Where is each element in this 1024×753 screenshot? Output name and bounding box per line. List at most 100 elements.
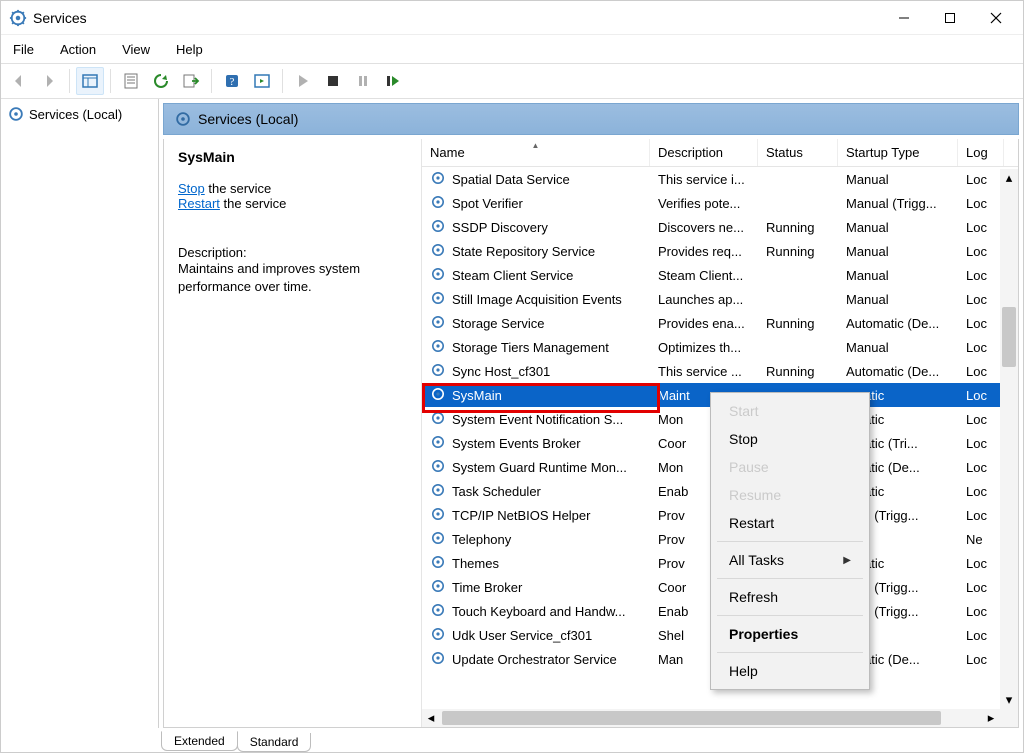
gear-icon xyxy=(430,554,448,572)
tab-standard[interactable]: Standard xyxy=(237,733,312,752)
service-name-cell: Time Broker xyxy=(452,580,522,595)
ctx-all-tasks[interactable]: All Tasks▶ xyxy=(711,546,869,574)
menu-help[interactable]: Help xyxy=(172,40,207,59)
service-desc-cell: Verifies pote... xyxy=(650,196,758,211)
service-logon-cell: Loc xyxy=(958,316,1004,331)
service-name-cell: Telephony xyxy=(452,532,511,547)
service-logon-cell: Loc xyxy=(958,580,1004,595)
ctx-start[interactable]: Start xyxy=(711,397,869,425)
help-button[interactable]: ? xyxy=(218,67,246,95)
service-logon-cell: Loc xyxy=(958,484,1004,499)
column-name[interactable]: Name▲ xyxy=(422,139,650,166)
back-button[interactable] xyxy=(5,67,33,95)
gear-icon xyxy=(430,530,448,548)
service-logon-cell: Loc xyxy=(958,244,1004,259)
show-hide-tree-button[interactable] xyxy=(76,67,104,95)
service-name-cell: State Repository Service xyxy=(452,244,595,259)
vertical-scrollbar[interactable]: ▴ ▾ xyxy=(1000,169,1018,709)
service-desc-cell: Provides ena... xyxy=(650,316,758,331)
gear-icon xyxy=(430,218,448,236)
gear-icon xyxy=(430,506,448,524)
left-tree-pane: Services (Local) xyxy=(1,99,159,728)
stop-service-button[interactable] xyxy=(319,67,347,95)
service-logon-cell: Loc xyxy=(958,508,1004,523)
column-startup-type[interactable]: Startup Type xyxy=(838,139,958,166)
start-service-button[interactable] xyxy=(289,67,317,95)
ctx-resume[interactable]: Resume xyxy=(711,481,869,509)
service-logon-cell: Loc xyxy=(958,412,1004,427)
service-desc-cell: This service ... xyxy=(650,364,758,379)
horizontal-scrollbar[interactable]: ◂ ▸ xyxy=(422,709,1000,727)
menu-view[interactable]: View xyxy=(118,40,154,59)
details-pane: SysMain Stop the service Restart the ser… xyxy=(164,139,422,727)
action-pane-button[interactable] xyxy=(248,67,276,95)
ctx-stop[interactable]: Stop xyxy=(711,425,869,453)
ctx-restart[interactable]: Restart xyxy=(711,509,869,537)
service-row[interactable]: Storage Tiers ManagementOptimizes th...M… xyxy=(422,335,1018,359)
gear-icon xyxy=(430,602,448,620)
gear-icon xyxy=(174,110,192,128)
service-name-cell: Task Scheduler xyxy=(452,484,541,499)
service-logon-cell: Loc xyxy=(958,436,1004,451)
service-row[interactable]: Sync Host_cf301This service ...RunningAu… xyxy=(422,359,1018,383)
gear-icon xyxy=(430,314,448,332)
selected-service-name: SysMain xyxy=(178,149,407,165)
gear-icon xyxy=(430,578,448,596)
service-name-cell: Sync Host_cf301 xyxy=(452,364,550,379)
close-button[interactable] xyxy=(973,3,1019,33)
service-logon-cell: Loc xyxy=(958,196,1004,211)
service-startup-cell: Manual xyxy=(838,292,958,307)
service-row[interactable]: State Repository ServiceProvides req...R… xyxy=(422,239,1018,263)
service-row[interactable]: Still Image Acquisition EventsLaunches a… xyxy=(422,287,1018,311)
service-name-cell: System Event Notification S... xyxy=(452,412,623,427)
scroll-left-icon[interactable]: ◂ xyxy=(422,709,440,727)
pause-service-button[interactable] xyxy=(349,67,377,95)
restart-link[interactable]: Restart xyxy=(178,196,220,211)
ctx-properties[interactable]: Properties xyxy=(711,620,869,648)
menu-action[interactable]: Action xyxy=(56,40,100,59)
gear-icon xyxy=(430,242,448,260)
gear-icon xyxy=(430,410,448,428)
service-name-cell: Still Image Acquisition Events xyxy=(452,292,622,307)
tree-item-services-local[interactable]: Services (Local) xyxy=(3,103,156,125)
service-desc-cell: Steam Client... xyxy=(650,268,758,283)
service-name-cell: SysMain xyxy=(452,388,502,403)
service-row[interactable]: Storage ServiceProvides ena...RunningAut… xyxy=(422,311,1018,335)
maximize-button[interactable] xyxy=(927,3,973,33)
restart-service-button[interactable] xyxy=(379,67,407,95)
ctx-refresh[interactable]: Refresh xyxy=(711,583,869,611)
properties-button[interactable] xyxy=(117,67,145,95)
service-logon-cell: Loc xyxy=(958,268,1004,283)
service-row[interactable]: Spatial Data ServiceThis service i...Man… xyxy=(422,167,1018,191)
refresh-button[interactable] xyxy=(147,67,175,95)
service-row[interactable]: Spot VerifierVerifies pote...Manual (Tri… xyxy=(422,191,1018,215)
column-logon[interactable]: Log xyxy=(958,139,1004,166)
column-status[interactable]: Status xyxy=(758,139,838,166)
minimize-button[interactable] xyxy=(881,3,927,33)
gear-icon xyxy=(430,362,448,380)
description-label: Description: xyxy=(178,245,407,260)
service-list-pane: Name▲ Description Status Startup Type Lo… xyxy=(422,139,1018,727)
forward-button[interactable] xyxy=(35,67,63,95)
menu-file[interactable]: File xyxy=(9,40,38,59)
service-name-cell: Storage Tiers Management xyxy=(452,340,609,355)
column-description[interactable]: Description xyxy=(650,139,758,166)
service-status-cell: Running xyxy=(758,220,838,235)
titlebar: Services xyxy=(1,1,1023,35)
service-row[interactable]: SSDP DiscoveryDiscovers ne...RunningManu… xyxy=(422,215,1018,239)
scroll-thumb[interactable] xyxy=(1002,307,1016,367)
service-logon-cell: Loc xyxy=(958,628,1004,643)
gear-icon xyxy=(430,386,448,404)
tab-extended[interactable]: Extended xyxy=(161,731,238,751)
stop-link[interactable]: Stop xyxy=(178,181,205,196)
ctx-help[interactable]: Help xyxy=(711,657,869,685)
service-desc-cell: Optimizes th... xyxy=(650,340,758,355)
ctx-pause[interactable]: Pause xyxy=(711,453,869,481)
scroll-up-icon[interactable]: ▴ xyxy=(1000,169,1018,187)
export-button[interactable] xyxy=(177,67,205,95)
service-logon-cell: Ne xyxy=(958,532,1004,547)
scroll-right-icon[interactable]: ▸ xyxy=(982,709,1000,727)
scroll-down-icon[interactable]: ▾ xyxy=(1000,691,1018,709)
service-row[interactable]: Steam Client ServiceSteam Client...Manua… xyxy=(422,263,1018,287)
hscroll-thumb[interactable] xyxy=(442,711,941,725)
